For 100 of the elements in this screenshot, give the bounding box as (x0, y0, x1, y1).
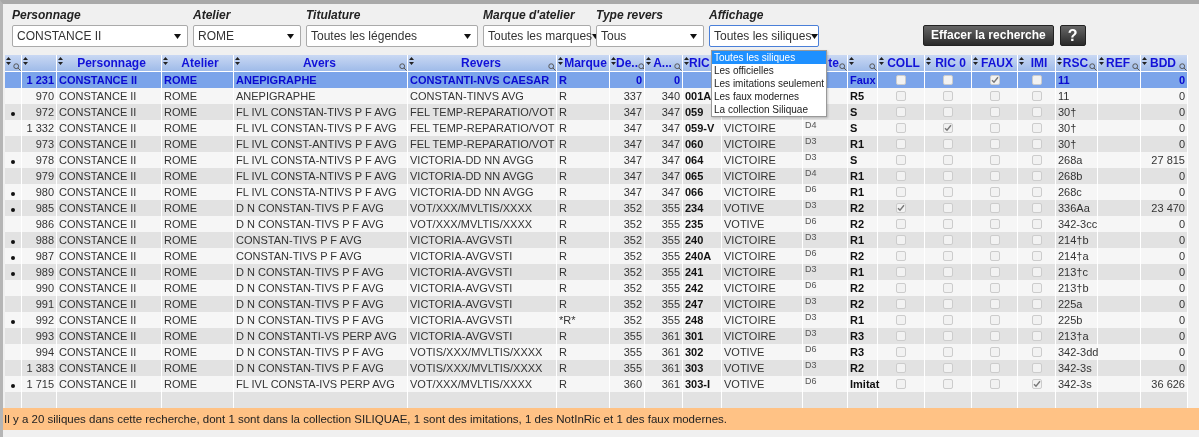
column-header[interactable]: FAUX (972, 55, 1018, 72)
checkbox[interactable] (943, 139, 953, 149)
checkbox[interactable] (1031, 171, 1042, 181)
checkbox[interactable] (1031, 203, 1042, 213)
checkbox[interactable] (989, 315, 1000, 325)
table-row[interactable]: 987 CONSTANCE II ROME CONSTAN-TIVS P F AVG VICTORIA-AVGVSTI R 352 355 240A VICTOIRE D6 R2 214†a 0 (5, 248, 1188, 264)
checkbox[interactable] (943, 267, 953, 277)
checkbox[interactable] (1031, 107, 1042, 117)
column-header[interactable]: BDD (1141, 55, 1188, 72)
checkbox[interactable] (896, 203, 906, 213)
checkbox[interactable] (1031, 139, 1042, 149)
checkbox[interactable] (896, 75, 906, 85)
column-header[interactable] (22, 55, 57, 72)
checkbox[interactable] (943, 91, 953, 101)
filter-select[interactable]: Toutes les siliques (709, 25, 819, 47)
checkbox[interactable] (989, 331, 1000, 341)
table-row[interactable]: 994 CONSTANCE II ROME D N CONSTAN-TIVS P F AVG VOTIS/XXX/MVLTIS/XXXX R 355 361 302 VOTIVE D6 R3 342-3dd 0 (5, 344, 1188, 360)
checkbox[interactable] (943, 315, 953, 325)
checkbox[interactable] (989, 251, 1000, 261)
search-icon[interactable] (1179, 63, 1187, 71)
checkbox[interactable] (989, 347, 1000, 357)
checkbox[interactable] (1031, 219, 1042, 229)
clear-search-button[interactable]: Effacer la recherche (923, 25, 1054, 46)
checkbox[interactable] (989, 267, 1000, 277)
checkbox[interactable] (1031, 123, 1042, 133)
checkbox[interactable] (896, 315, 906, 325)
filter-select[interactable]: Tous (596, 25, 704, 47)
table-row[interactable]: 979 CONSTANCE II ROME FL IVL CONSTA-NTIVS P F AVG VICTORIA-DD NN AVGG R 347 347 065 VICTOIRE D4 R1 268b 0 (5, 168, 1188, 184)
table-row[interactable]: 1 383 CONSTANCE II ROME D N CONSTAN-TIVS P F AVG VOTIS/XXX/MVLTIS/XXXX R 355 361 303 VOTIVE D3 R2 342-3s 0 (5, 360, 1188, 376)
table-row[interactable]: 990 CONSTANCE II ROME D N CONSTAN-TIVS P F AVG VICTORIA-AVGVSTI R 352 355 242 VICTOIRE D6 R2 213†b 0 (5, 280, 1188, 296)
table-row[interactable]: 985 CONSTANCE II ROME D N CONSTAN-TIVS P F AVG VOT/XXX/MVLTIS/XXXX R 352 355 234 VOTIVE D3 R2 336Aa 23 470 (5, 200, 1188, 216)
table-row[interactable]: 1 332 CONSTANCE II ROME FL IVL CONSTAN-TIVS P F AVG FEL TEMP-REPARATIO/VOT R 347 347 059-V VICTOIRE D4 S 30† 0 (5, 120, 1188, 136)
checkbox[interactable] (896, 123, 906, 133)
column-header[interactable]: COLL (878, 55, 925, 72)
checkbox[interactable] (896, 267, 906, 277)
checkbox[interactable] (943, 251, 953, 261)
table-row[interactable]: 980 CONSTANCE II ROME FL IVL CONSTA-NTIVS P F AVG VICTORIA-DD NN AVGG R 347 347 066 VICTOIRE D6 R1 268c 0 (5, 184, 1188, 200)
search-icon[interactable] (1132, 63, 1140, 71)
checkbox[interactable] (943, 235, 953, 245)
checkbox[interactable] (1031, 187, 1042, 197)
checkbox[interactable] (989, 299, 1000, 309)
checkbox[interactable] (896, 347, 906, 357)
checkbox[interactable] (896, 171, 906, 181)
table-row[interactable]: 989 CONSTANCE II ROME D N CONSTAN-TIVS P F AVG VICTORIA-AVGVSTI R 352 355 241 VICTOIRE D3 R1 213†c 0 (5, 264, 1188, 280)
checkbox[interactable] (989, 203, 1000, 213)
checkbox[interactable] (989, 139, 1000, 149)
checkbox[interactable] (943, 187, 953, 197)
column-header[interactable]: Revers (408, 55, 557, 72)
column-header[interactable]: Atelier (162, 55, 234, 72)
column-header[interactable]: De.. (610, 55, 645, 72)
checkbox[interactable] (989, 379, 1000, 389)
search-icon[interactable] (869, 63, 877, 71)
checkbox[interactable] (943, 379, 953, 389)
dropdown-option[interactable]: Les imitations seulement (712, 77, 827, 90)
checkbox[interactable] (896, 331, 906, 341)
table-row[interactable]: 978 CONSTANCE II ROME FL IVL CONSTA-NTIVS P F AVG VICTORIA-DD NN AVGG R 347 347 064 VICTOIRE D3 S 268a 27 815 (5, 152, 1188, 168)
checkbox[interactable] (1031, 299, 1042, 309)
table-row[interactable]: 988 CONSTANCE II ROME CONSTAN-TIVS P F AVG VICTORIA-AVGVSTI R 352 355 240 VICTOIRE D3 R1 214†b 0 (5, 232, 1188, 248)
checkbox[interactable] (989, 91, 1000, 101)
column-header[interactable]: Personnage (57, 55, 162, 72)
checkbox[interactable] (989, 123, 1000, 133)
checkbox[interactable] (989, 235, 1000, 245)
checkbox[interactable] (943, 203, 953, 213)
checkbox[interactable] (1031, 283, 1042, 293)
search-icon[interactable] (638, 63, 644, 71)
column-header[interactable] (5, 55, 22, 72)
help-button[interactable]: ? (1059, 25, 1086, 46)
filter-select[interactable]: CONSTANCE II (12, 25, 188, 47)
checkbox[interactable] (896, 219, 906, 229)
checkbox[interactable] (896, 283, 906, 293)
checkbox[interactable] (989, 187, 1000, 197)
checkbox[interactable] (943, 155, 953, 165)
checkbox[interactable] (943, 171, 953, 181)
checkbox[interactable] (896, 235, 906, 245)
sort-icon[interactable] (6, 57, 11, 65)
checkbox[interactable] (1031, 155, 1042, 165)
checkbox[interactable] (1031, 251, 1042, 261)
checkbox[interactable] (1031, 315, 1042, 325)
checkbox[interactable] (896, 363, 906, 373)
dropdown-option[interactable]: Les officielles (712, 64, 827, 77)
checkbox[interactable] (1031, 235, 1042, 245)
checkbox[interactable] (1031, 363, 1042, 373)
checkbox[interactable] (943, 331, 953, 341)
checkbox[interactable] (989, 171, 1000, 181)
search-icon[interactable] (1089, 63, 1097, 71)
search-icon[interactable] (839, 63, 847, 71)
checkbox[interactable] (896, 251, 906, 261)
checkbox[interactable] (943, 75, 953, 85)
column-header[interactable]: REF (1098, 55, 1141, 72)
checkbox[interactable] (1031, 91, 1042, 101)
filter-select[interactable]: Toutes les légendes (306, 25, 478, 47)
table-row[interactable]: 992 CONSTANCE II ROME D N CONSTAN-TIVS P F AVG VICTORIA-AVGVSTI *R* 352 355 248 VICTOIRE D3 R1 225b 0 (5, 312, 1188, 328)
checkbox[interactable] (943, 283, 953, 293)
checkbox[interactable] (943, 363, 953, 373)
table-row[interactable]: 973 CONSTANCE II ROME FL IVL CONST-ANTIVS P F AVG FEL TEMP-REPARATIO/VOT R 347 347 060 VICTOIRE D3 R1 30† 0 (5, 136, 1188, 152)
checkbox[interactable] (1031, 267, 1042, 277)
checkbox[interactable] (896, 107, 906, 117)
table-row[interactable]: 986 CONSTANCE II ROME D N CONSTAN-TIVS P F AVG VOT/XXX/MVLTIS/XXXX R 352 355 235 VOTIVE D6 R2 342-3cc 0 (5, 216, 1188, 232)
checkbox[interactable] (896, 379, 906, 389)
column-header[interactable]: RSC (1056, 55, 1098, 72)
